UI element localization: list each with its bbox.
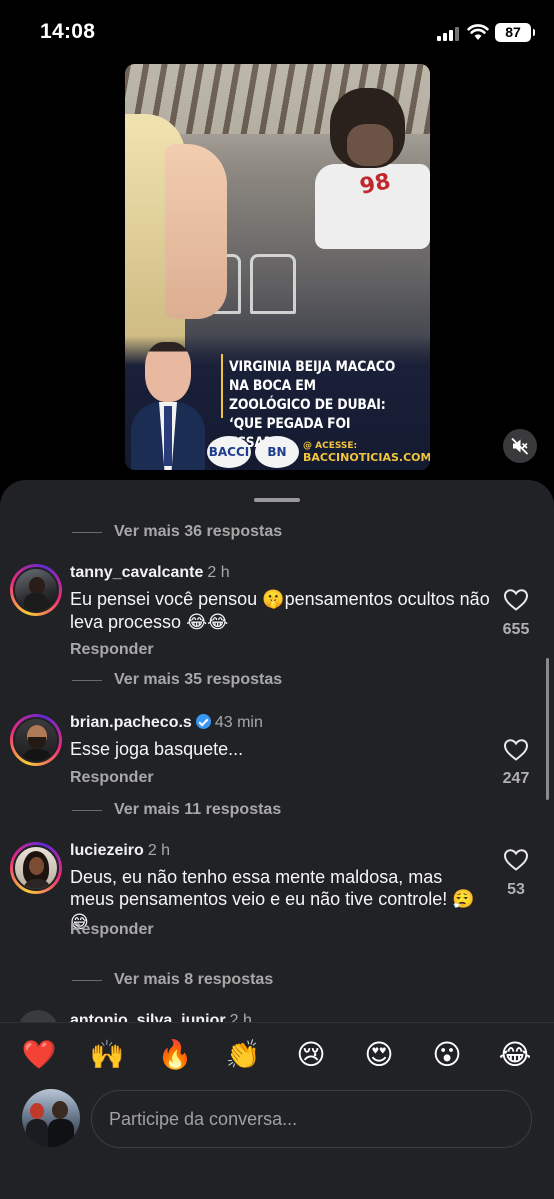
bn-logo: BN: [255, 436, 299, 468]
battery-icon: 87: [495, 23, 535, 42]
reaction-crying-button[interactable]: 😢: [293, 1037, 329, 1073]
current-user-avatar: [22, 1089, 80, 1147]
view-more-replies[interactable]: Ver mais 8 respostas: [72, 970, 273, 990]
view-more-replies[interactable]: Ver mais 11 respostas: [72, 800, 281, 820]
avatar[interactable]: [10, 714, 62, 766]
username-text[interactable]: tanny_cavalcante: [70, 564, 203, 581]
reaction-surprised-button[interactable]: 😮: [429, 1037, 465, 1073]
comment-username[interactable]: brian.pacheco.s 43 min: [70, 714, 263, 732]
sheet-drag-handle[interactable]: [254, 498, 300, 502]
reply-button[interactable]: Responder: [70, 921, 154, 939]
mute-button[interactable]: [503, 429, 537, 463]
heart-icon[interactable]: [503, 738, 529, 762]
video-preview[interactable]: 98 VIRGINIA BEIJA MACACO NA BOCA EM ZOOL…: [125, 64, 430, 470]
site-url: BACCINOTICIAS.COM.BR: [303, 451, 430, 464]
comment-text-part: Deus, eu não tenho essa mente maldosa, m…: [70, 867, 453, 909]
comment-input[interactable]: [91, 1090, 532, 1148]
reply-button[interactable]: Responder: [70, 769, 154, 787]
comment-composer: ❤️ 🙌 🔥 👏 😢 😍 😮 😂: [0, 1022, 554, 1199]
wifi-icon: [467, 24, 489, 40]
comment-time: 2 h: [147, 842, 171, 859]
view-more-replies-label: Ver mais 35 respostas: [114, 671, 283, 688]
status-time: 14:08: [40, 20, 96, 43]
verified-badge-icon: [195, 714, 211, 729]
comment-time: 2 h: [207, 564, 230, 581]
reaction-laughing-button[interactable]: 😂: [497, 1037, 533, 1073]
username-text[interactable]: brian.pacheco.s: [70, 714, 192, 731]
comment-text: Esse joga basquete...: [70, 739, 244, 759]
avatar[interactable]: [10, 842, 62, 894]
presenter-image: [131, 342, 205, 470]
site-label-prefix: @ ACESSE:: [303, 441, 358, 451]
view-more-replies[interactable]: Ver mais 36 respostas: [72, 522, 282, 542]
comment-username[interactable]: luciezeiro 2 h: [70, 842, 170, 860]
video-scene-woman-face: [165, 144, 227, 319]
video-headline: VIRGINIA BEIJA MACACO NA BOCA EM ZOOLÓGI…: [229, 359, 396, 451]
shushing-face-emoji: 🤫: [262, 589, 285, 610]
scrollbar[interactable]: [546, 658, 549, 800]
view-more-replies[interactable]: Ver mais 35 respostas: [72, 670, 282, 690]
comment-time: 43 min: [214, 714, 263, 731]
like-count: 53: [507, 881, 525, 898]
cellular-signal-icon: [437, 27, 459, 41]
view-more-replies-label: Ver mais 8 respostas: [114, 971, 274, 988]
comment-text: Eu pensei você pensou 🤫pensamentos ocult…: [70, 588, 490, 634]
reaction-raising-hands-button[interactable]: 🙌: [89, 1037, 125, 1073]
like-count: 655: [502, 621, 530, 638]
video-scene-chimp-face: [347, 124, 393, 166]
heart-icon[interactable]: [503, 848, 529, 872]
status-bar: 14:08 87: [0, 0, 554, 60]
heart-icon[interactable]: [503, 588, 529, 612]
reaction-heart-eyes-button[interactable]: 😍: [361, 1037, 397, 1073]
reply-button[interactable]: Responder: [70, 641, 154, 659]
username-text[interactable]: luciezeiro: [70, 842, 144, 859]
comment-username[interactable]: tanny_cavalcante 2 h: [70, 564, 230, 582]
reaction-fire-button[interactable]: 🔥: [157, 1037, 193, 1073]
avatar[interactable]: [10, 564, 62, 616]
headline-divider: [221, 354, 223, 418]
bacci-logo: BACCI: [207, 436, 251, 468]
like-count: 247: [502, 770, 530, 787]
speaker-muted-icon: [511, 438, 528, 455]
reaction-heart-button[interactable]: ❤️: [21, 1037, 57, 1073]
comment-text-part: Eu pensei você pensou: [70, 589, 263, 609]
view-more-replies-label: Ver mais 11 respostas: [114, 801, 282, 818]
reaction-clapping-button[interactable]: 👏: [225, 1037, 261, 1073]
video-scene-chair: [250, 254, 296, 314]
view-more-replies-label: Ver mais 36 respostas: [114, 523, 283, 540]
site-label: @ ACESSE: BACCINOTICIAS.COM.BR: [303, 441, 430, 463]
quick-reactions: ❤️ 🙌 🔥 👏 😢 😍 😮 😂: [0, 1037, 554, 1073]
laughing-emoji: 😂😂: [186, 612, 229, 633]
